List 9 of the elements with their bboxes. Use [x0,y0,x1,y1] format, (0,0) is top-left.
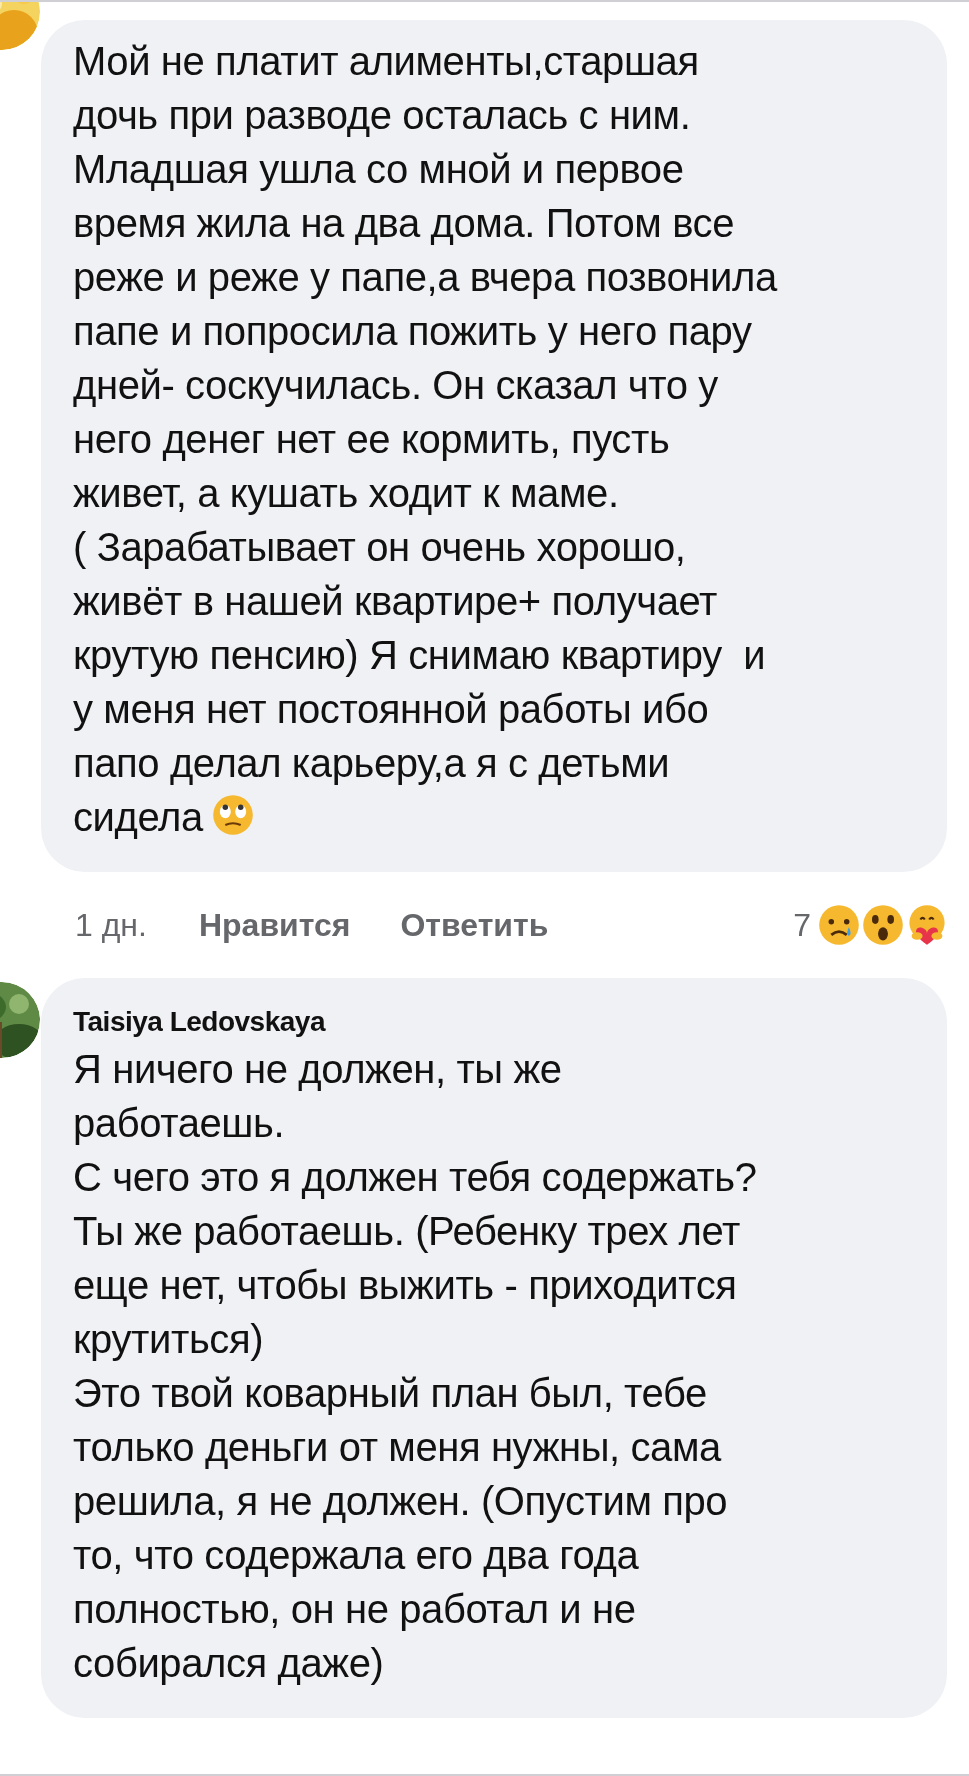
comment-text: Я ничего не должен, ты же работаешь. С чего это я должен тебя содержать? Ты же работаешь. (Ребенку трех лет еще нет, чтобы выжить - приходится крутиться) Это твой коварный план был, тебе только деньги от меня нужны, сама решила, я не должен. (Опустим про то, что содержала его два года полностью, он не работал и не собирался даже) [73,1046,758,1687]
wow-emoji-icon [861,903,905,947]
reply-link[interactable]: Ответить [400,901,549,949]
timestamp: 1 дн. [75,906,147,945]
sad-emoji-icon [817,903,861,947]
reaction-count: 7 [793,906,811,945]
comment-text: Мой не платит алименты,старшая дочь при разводе осталась с ним. Младшая ушла со мной и первое время жила на два дома. Потом все реже и реже у папе,а вчера позвонила папе и попросила пожить у него пару дней- соскучилась. Он сказал что у него денег нет ее кормить, пусть живет, а кушать ходит к маме. ( Зарабатывает он очень хорошо, живёт в нашей квартире+ получает крутую пенсию) Я снимаю квартиру и у меня нет постоянной работы ибо папо делал карьеру,а я с детьми сидела [73,38,779,841]
like-link[interactable]: Нравится [198,901,351,949]
author-name[interactable]: Taisiya Ledovskaya [73,1002,915,1042]
